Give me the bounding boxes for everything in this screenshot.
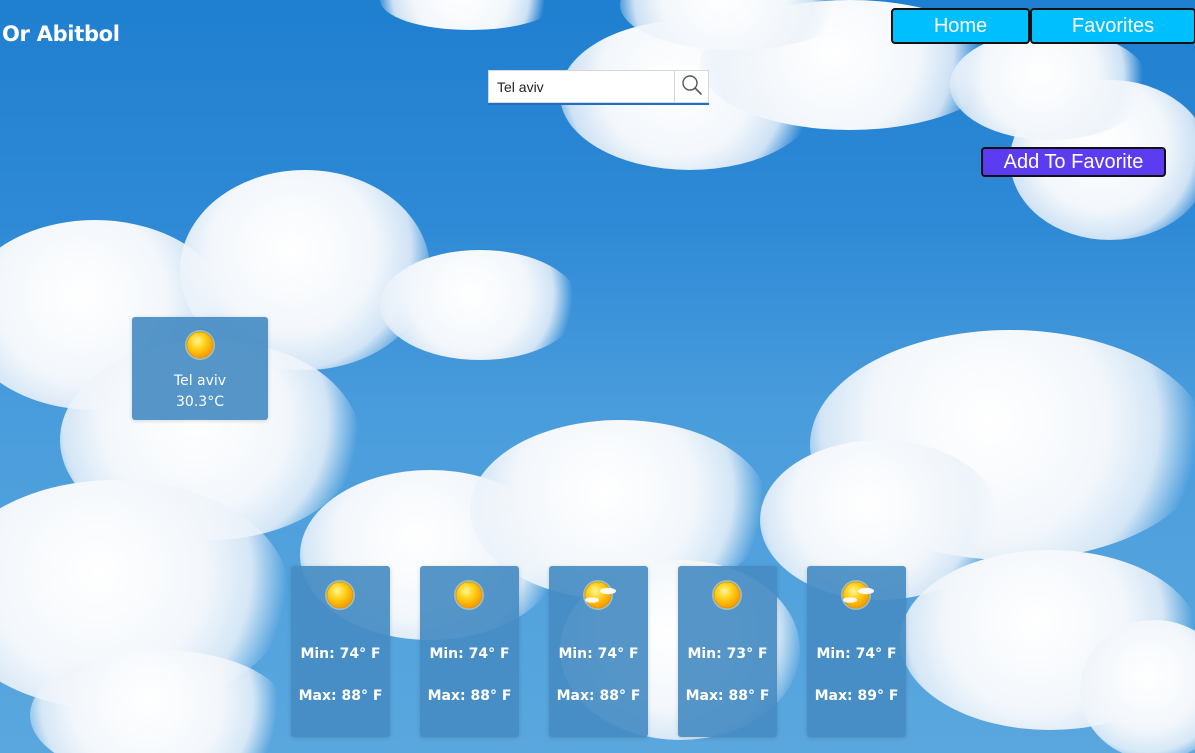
sun-icon	[453, 579, 485, 611]
app-title: Or Abitbol	[2, 22, 120, 46]
sun-icon	[711, 579, 743, 611]
current-city: Tel aviv	[173, 373, 227, 389]
forecast-card[interactable]: Min: 74° F Max: 88° F	[420, 566, 519, 737]
forecast-min: Min: 74° F	[558, 646, 639, 662]
forecast-max: Max: 88° F	[556, 688, 641, 704]
add-to-favorite-button[interactable]: Add To Favorite	[981, 147, 1166, 177]
partly-sunny-icon	[582, 579, 618, 611]
home-button[interactable]: Home	[891, 8, 1030, 44]
forecast-min: Min: 73° F	[687, 646, 768, 662]
forecast-min: Min: 74° F	[816, 646, 897, 662]
forecast-max: Max: 88° F	[298, 688, 383, 704]
search-input[interactable]	[488, 70, 675, 103]
forecast-max: Max: 88° F	[685, 688, 770, 704]
top-nav: Home Favorites	[891, 8, 1195, 44]
sun-icon	[184, 329, 216, 361]
forecast-max: Max: 89° F	[814, 688, 899, 704]
sun-icon	[324, 579, 356, 611]
search-bar	[488, 70, 709, 105]
forecast-card[interactable]: Min: 74° F Max: 89° F	[807, 566, 906, 737]
partly-sunny-icon	[840, 579, 876, 611]
forecast-max: Max: 88° F	[427, 688, 512, 704]
forecast-min: Min: 74° F	[429, 646, 510, 662]
current-weather-card[interactable]: Tel aviv 30.3°C	[132, 317, 268, 420]
current-temperature: 30.3°C	[176, 394, 224, 410]
forecast-card[interactable]: Min: 74° F Max: 88° F	[549, 566, 648, 737]
search-button[interactable]	[675, 70, 709, 103]
forecast-min: Min: 74° F	[300, 646, 381, 662]
five-day-forecast: Min: 74° F Max: 88° F Min: 74° F Max: 88…	[291, 566, 906, 737]
search-icon	[681, 74, 703, 100]
favorites-button[interactable]: Favorites	[1030, 8, 1195, 44]
forecast-card[interactable]: Min: 74° F Max: 88° F	[291, 566, 390, 737]
forecast-card[interactable]: Min: 73° F Max: 88° F	[678, 566, 777, 737]
